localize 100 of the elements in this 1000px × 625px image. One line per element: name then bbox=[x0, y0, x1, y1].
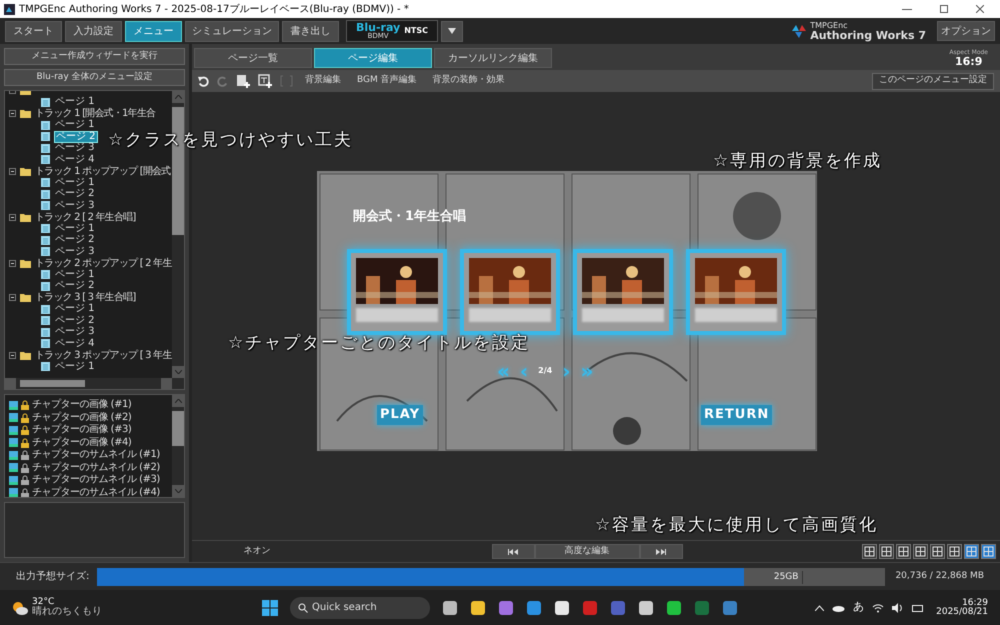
tree-item[interactable]: ページ 3 bbox=[54, 143, 96, 154]
page-tab[interactable]: ページ編集 bbox=[314, 48, 432, 68]
scrollbar-thumb[interactable] bbox=[172, 411, 184, 446]
battery-icon[interactable] bbox=[912, 602, 924, 612]
image-icon bbox=[9, 450, 18, 460]
tree-item[interactable]: ページ 3 bbox=[54, 200, 96, 211]
app-icon[interactable] bbox=[554, 600, 570, 616]
collapse-toggle[interactable] bbox=[9, 110, 16, 118]
tree-item[interactable]: ページ 4 bbox=[54, 338, 96, 349]
image-icon bbox=[9, 488, 18, 497]
tree-item[interactable]: トラック 3 [ 3 年生合唱] bbox=[35, 292, 136, 304]
view-mode-icon[interactable] bbox=[930, 544, 945, 559]
toolbar-button[interactable]: 背景の装飾・効果 bbox=[428, 74, 509, 88]
clock-time[interactable]: 16:29 bbox=[962, 598, 988, 608]
toolbar-button[interactable]: BGM 音声編集 bbox=[353, 74, 421, 88]
collapse-toggle[interactable] bbox=[9, 352, 16, 359]
tree-item[interactable]: ページ 1 bbox=[54, 270, 96, 280]
lock-icon[interactable] bbox=[21, 488, 29, 497]
lock-icon[interactable] bbox=[21, 475, 29, 486]
lock-icon[interactable] bbox=[21, 462, 29, 473]
page-icon bbox=[41, 155, 50, 164]
view-mode-icon[interactable] bbox=[879, 544, 894, 559]
sidebar-button[interactable]: メニュー作成ウィザードを実行 bbox=[4, 48, 185, 65]
start-icon[interactable] bbox=[262, 600, 278, 616]
app-icon[interactable] bbox=[442, 600, 458, 616]
lock-icon[interactable] bbox=[21, 412, 29, 423]
minimize-icon[interactable] bbox=[902, 8, 912, 10]
tree-item[interactable]: ページ 3 bbox=[54, 246, 96, 257]
image-icon bbox=[9, 476, 18, 485]
tree-item[interactable]: ページ 2 bbox=[54, 281, 96, 292]
app-icon[interactable] bbox=[666, 600, 682, 616]
lock-icon[interactable] bbox=[21, 400, 29, 410]
object-item[interactable]: チャプターのサムネイル (#3) bbox=[32, 474, 160, 486]
last-chapter-button[interactable] bbox=[640, 544, 682, 559]
object-item[interactable]: チャプターのサムネイル (#1) bbox=[32, 449, 160, 462]
main-tab[interactable]: シミュレーション bbox=[185, 20, 279, 42]
app-icon[interactable] bbox=[470, 600, 486, 616]
view-mode-icon[interactable] bbox=[913, 544, 928, 559]
add-text-icon[interactable] bbox=[258, 74, 272, 88]
view-mode-icon[interactable] bbox=[896, 544, 911, 559]
lock-icon[interactable] bbox=[21, 450, 29, 460]
scrollbar-thumb[interactable] bbox=[20, 380, 85, 387]
tree-item[interactable]: ページ 4 bbox=[54, 154, 96, 165]
search-field[interactable]: Quick search bbox=[290, 596, 430, 618]
cloud-icon[interactable] bbox=[832, 604, 846, 612]
app-icon[interactable] bbox=[638, 600, 654, 616]
object-item[interactable]: チャプターの画像 (#2) bbox=[32, 412, 132, 424]
tree-item[interactable]: ページ 1 bbox=[54, 362, 96, 372]
page-icon bbox=[41, 132, 50, 142]
view-mode-icon[interactable] bbox=[947, 544, 962, 559]
tree-item[interactable]: ページ 2 bbox=[54, 316, 96, 326]
page-settings-button[interactable]: このページのメニュー設定 bbox=[872, 72, 994, 90]
main-tab[interactable]: スタート bbox=[5, 20, 62, 42]
add-page-icon[interactable] bbox=[236, 74, 250, 88]
tree-item[interactable]: トラック 1 ポップアップ [開会式 bbox=[35, 166, 170, 177]
weather-icon[interactable] bbox=[12, 600, 28, 614]
tree-item[interactable]: トラック 2 [ 2 年生合唱] bbox=[35, 212, 136, 223]
tree-item[interactable]: トラック 3 ポップアップ [ 3 年生 bbox=[35, 350, 172, 361]
tree-item[interactable]: ページ 3 bbox=[54, 327, 96, 338]
dropdown-button[interactable] bbox=[441, 20, 463, 42]
ime-indicator[interactable]: あ bbox=[853, 599, 864, 616]
tree-item[interactable]: ページ 2 bbox=[54, 130, 98, 143]
wifi-icon[interactable] bbox=[872, 602, 884, 612]
collapse-toggle[interactable] bbox=[9, 214, 16, 221]
page-tab[interactable]: ページ一覧 bbox=[194, 48, 312, 68]
view-mode-icon[interactable] bbox=[862, 544, 877, 559]
sidebar-button[interactable]: Blu-ray 全体のメニュー設定 bbox=[4, 69, 185, 86]
first-chapter-button[interactable] bbox=[492, 544, 534, 559]
tree-item[interactable]: ページ 1 bbox=[54, 304, 96, 314]
object-item[interactable]: チャプターのサムネイル (#4) bbox=[32, 486, 160, 497]
object-item[interactable]: チャプターの画像 (#3) bbox=[32, 424, 132, 436]
speaker-icon[interactable] bbox=[892, 602, 904, 612]
tree-item[interactable]: ページ 1 bbox=[54, 178, 96, 188]
collapse-toggle[interactable] bbox=[9, 260, 16, 267]
main-tab[interactable]: 書き出し bbox=[282, 20, 339, 42]
tree-item[interactable]: トラック 2 ポップアップ [ 2 年生 bbox=[35, 258, 172, 269]
clock-date[interactable]: 2025/08/21 bbox=[936, 608, 988, 616]
close-icon[interactable] bbox=[976, 5, 984, 13]
tree-item[interactable]: ページ 2 bbox=[54, 189, 96, 200]
collapse-toggle[interactable] bbox=[9, 168, 16, 175]
tree-item[interactable]: ページ 1 bbox=[54, 224, 96, 234]
object-item[interactable]: チャプターの画像 (#1) bbox=[32, 399, 132, 412]
chevron-up-icon[interactable] bbox=[815, 604, 824, 610]
advanced-edit-button[interactable]: 高度な編集 bbox=[534, 544, 640, 559]
tree-item[interactable]: トラック 1 [開会式・1年生合 bbox=[35, 108, 156, 120]
main-tab[interactable]: メニュー bbox=[125, 20, 182, 42]
options-button[interactable]: オプション bbox=[937, 21, 995, 41]
toolbar-button[interactable]: 背景編集 bbox=[301, 74, 345, 88]
undo-icon[interactable] bbox=[198, 76, 209, 86]
lock-icon[interactable] bbox=[21, 438, 29, 448]
collapse-toggle[interactable] bbox=[9, 294, 16, 302]
tree-item[interactable]: ページ 2 bbox=[54, 235, 96, 246]
object-item[interactable]: チャプターのサムネイル (#2) bbox=[32, 462, 160, 474]
lock-icon[interactable] bbox=[21, 425, 29, 436]
maximize-icon[interactable] bbox=[940, 5, 948, 13]
tree-item[interactable]: ページ 1 bbox=[54, 120, 96, 130]
page-tab[interactable]: カーソルリンク編集 bbox=[434, 48, 552, 68]
object-item[interactable]: チャプターの画像 (#4) bbox=[32, 436, 132, 449]
tree-item[interactable]: ページ 1 bbox=[54, 97, 96, 108]
main-tab[interactable]: 入力設定 bbox=[65, 20, 122, 42]
